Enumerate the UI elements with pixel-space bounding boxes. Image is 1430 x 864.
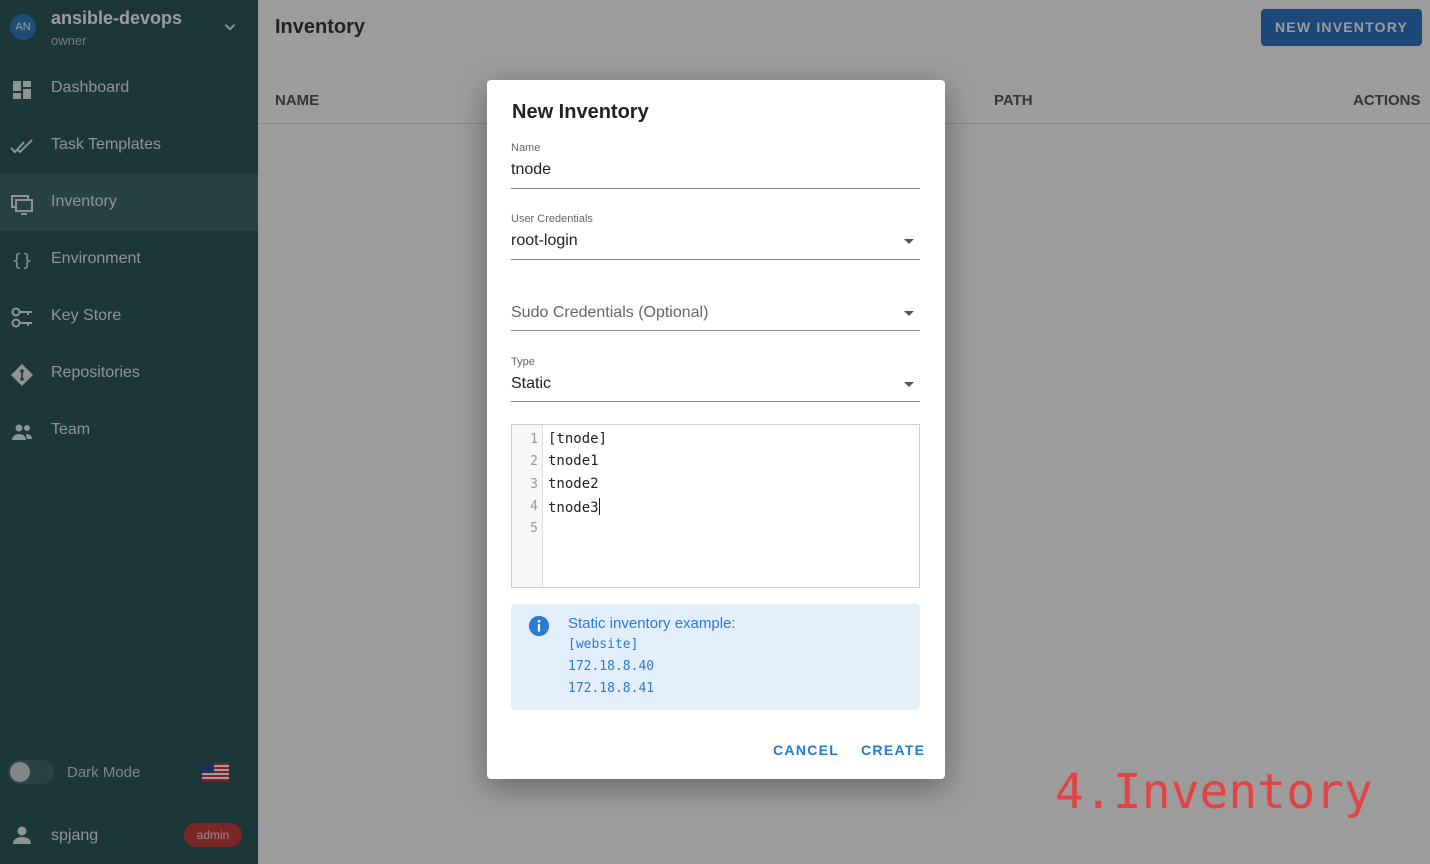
line-number: 3 xyxy=(530,477,538,492)
line-number: 4 xyxy=(530,499,538,514)
create-button[interactable]: CREATE xyxy=(861,742,925,758)
type-value[interactable]: Static xyxy=(511,375,551,393)
user-credentials-label: User Credentials xyxy=(511,213,593,225)
info-title: Static inventory example: xyxy=(568,615,736,632)
cancel-button[interactable]: CANCEL xyxy=(773,742,839,758)
info-example-line: [website] xyxy=(568,637,639,652)
dropdown-arrow-icon[interactable] xyxy=(904,239,914,244)
step-caption: 4.Inventory xyxy=(1055,764,1373,820)
code-line[interactable]: tnode2 xyxy=(548,476,599,492)
code-line[interactable]: [tnode] xyxy=(548,431,607,447)
dropdown-arrow-icon[interactable] xyxy=(904,382,914,387)
code-line[interactable]: tnode1 xyxy=(548,453,599,469)
line-number: 2 xyxy=(530,454,538,469)
info-example-line: 172.18.8.41 xyxy=(568,681,655,696)
name-field[interactable]: Name tnode xyxy=(511,142,920,189)
user-credentials-value[interactable]: root-login xyxy=(511,232,578,250)
dialog-title: New Inventory xyxy=(512,101,649,123)
name-field-value[interactable]: tnode xyxy=(511,161,551,179)
type-label: Type xyxy=(511,356,535,368)
user-credentials-select[interactable]: User Credentials root-login xyxy=(511,213,920,260)
dropdown-arrow-icon[interactable] xyxy=(904,311,914,316)
info-icon xyxy=(528,615,550,637)
info-alert: Static inventory example: [website] 172.… xyxy=(511,604,920,710)
code-line-current[interactable]: tnode3 xyxy=(548,498,600,516)
line-number: 5 xyxy=(530,521,538,536)
info-example-line: 172.18.8.40 xyxy=(568,659,655,674)
line-number: 1 xyxy=(530,432,538,447)
text-cursor xyxy=(598,498,600,515)
type-select[interactable]: Type Static xyxy=(511,356,920,402)
sudo-credentials-select[interactable]: Sudo Credentials (Optional) xyxy=(511,284,920,331)
line-number-gutter: 1 2 3 4 5 xyxy=(512,425,543,587)
sudo-credentials-placeholder[interactable]: Sudo Credentials (Optional) xyxy=(511,304,708,322)
inventory-code-editor[interactable]: 1 2 3 4 5 [tnode] tnode1 tnode2 tnode3 xyxy=(511,424,920,588)
name-field-label: Name xyxy=(511,142,541,154)
new-inventory-dialog: New Inventory Name tnode User Credential… xyxy=(487,80,945,779)
code-line-text: tnode3 xyxy=(548,500,599,516)
